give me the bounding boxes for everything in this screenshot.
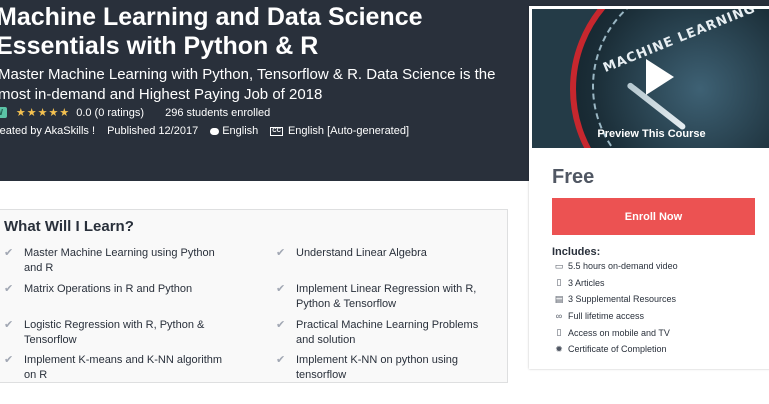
learn-item-text: Implement K-NN on python using tensorflo… — [296, 354, 459, 381]
include-item-label: 3 Articles — [568, 277, 605, 288]
check-icon: ✔ — [4, 319, 14, 331]
include-item-label: 5.5 hours on-demand video — [568, 261, 678, 272]
instructor-link[interactable]: reated by AkaSkills ! — [0, 125, 95, 137]
include-item: ▯ 3 Articles — [552, 275, 762, 292]
include-item: ▤ 3 Supplemental Resources — [552, 291, 762, 308]
purchase-sidebar: MACHINE LEARNING Preview This Course Fre… — [529, 6, 769, 369]
learn-heading: What Will I Learn? — [4, 218, 134, 235]
learn-item-text: Understand Linear Algebra — [296, 247, 427, 259]
check-icon: ✔ — [276, 247, 286, 259]
learn-item-text: Master Machine Learning using Python and… — [24, 247, 215, 274]
enroll-now-button[interactable]: Enroll Now — [552, 198, 755, 235]
learn-item-text: Implement K-means and K-NN algorithm on … — [24, 354, 223, 381]
captions-language: English [Auto-generated] — [287, 125, 410, 137]
rating-row: EW ★★★★★ 0.0 (0 ratings) 296 students en… — [0, 106, 270, 119]
check-icon: ✔ — [4, 354, 14, 366]
learn-item: ✔ Understand Linear Algebra — [276, 246, 496, 261]
check-icon: ✔ — [276, 354, 286, 366]
include-item: ▯ Access on mobile and TV — [552, 324, 762, 341]
preview-course-label[interactable]: Preview This Course — [532, 128, 769, 140]
closed-captions-icon: CC — [270, 126, 283, 136]
includes-heading: Includes: — [552, 246, 601, 258]
enrolled-count: 296 students enrolled — [165, 106, 271, 119]
learn-item-text: Implement Linear Regression with R, Pyth… — [296, 283, 477, 310]
file-icon: ▤ — [554, 293, 564, 304]
learn-item-text: Logistic Regression with R, Python & Ten… — [24, 319, 205, 346]
learn-item: ✔ Implement K-NN on python using tensorf… — [276, 353, 496, 383]
learn-item-text: Practical Machine Learning Problems and … — [296, 319, 479, 346]
include-item: ✹ Certificate of Completion — [552, 341, 762, 358]
check-icon: ✔ — [4, 283, 14, 295]
published-date: Published 12/2017 — [107, 125, 199, 137]
learn-item: ✔ Matrix Operations in R and Python — [4, 282, 224, 297]
star-rating-icon: ★★★★★ — [15, 107, 71, 119]
course-price: Free — [552, 166, 595, 188]
check-icon: ✔ — [276, 319, 286, 331]
rating-count[interactable]: 0.0 (0 ratings) — [76, 107, 144, 119]
course-preview-video[interactable]: MACHINE LEARNING Preview This Course — [532, 9, 769, 148]
new-badge: EW — [0, 107, 7, 118]
video-icon: ▭ — [554, 260, 564, 271]
check-icon: ✔ — [4, 247, 14, 259]
learn-item-text: Matrix Operations in R and Python — [24, 283, 193, 295]
include-item-label: 3 Supplemental Resources — [568, 294, 677, 305]
certificate-icon: ✹ — [555, 343, 563, 354]
course-meta-row: reated by AkaSkills ! Published 12/2017 … — [0, 125, 409, 137]
what-will-i-learn-panel: What Will I Learn? ✔ Master Machine Lear… — [0, 209, 508, 383]
learn-item: ✔ Master Machine Learning using Python a… — [4, 246, 224, 276]
mobile-icon: ▯ — [556, 327, 562, 338]
include-item: ▭ 5.5 hours on-demand video — [552, 258, 762, 275]
include-item: ∞ Full lifetime access — [552, 308, 762, 325]
include-item-label: Full lifetime access — [568, 311, 645, 322]
learn-item: ✔ Implement K-means and K-NN algorithm o… — [4, 353, 224, 383]
course-title: Machine Learning and Data Science Essent… — [0, 3, 423, 60]
course-subtitle: Master Machine Learning with Python, Ten… — [0, 66, 496, 103]
include-item-label: Certificate of Completion — [568, 344, 667, 355]
include-item-label: Access on mobile and TV — [568, 327, 670, 338]
learn-item: ✔ Practical Machine Learning Problems an… — [276, 318, 496, 348]
check-icon: ✔ — [276, 283, 286, 295]
article-icon: ▯ — [556, 277, 562, 288]
play-icon[interactable] — [638, 57, 678, 97]
learn-item: ✔ Logistic Regression with R, Python & T… — [4, 318, 224, 348]
course-language: English — [222, 125, 259, 137]
infinity-icon: ∞ — [555, 311, 563, 322]
includes-list: ▭ 5.5 hours on-demand video ▯ 3 Articles… — [552, 258, 762, 358]
learn-item: ✔ Implement Linear Regression with R, Py… — [276, 282, 496, 312]
speech-bubble-icon — [210, 127, 220, 135]
